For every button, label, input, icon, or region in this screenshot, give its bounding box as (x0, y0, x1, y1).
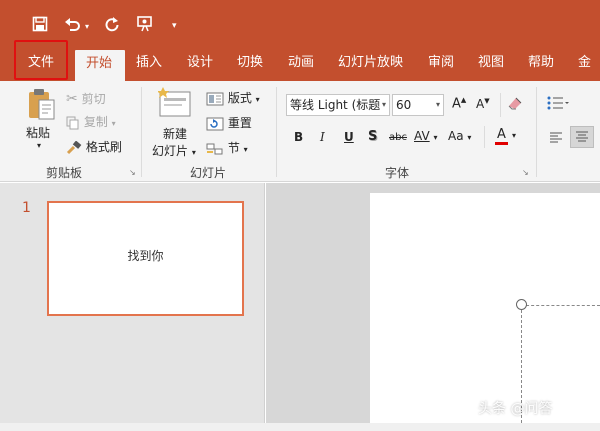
tab-design[interactable]: 设计 (187, 46, 213, 81)
font-color-button[interactable]: A ▾ (495, 127, 517, 145)
tab-partial[interactable]: 金 (578, 46, 591, 81)
clipboard-group-label: 剪贴板 (46, 166, 83, 180)
slide-number: 1 (22, 200, 31, 216)
font-launcher-icon[interactable]: ↘ (522, 168, 529, 177)
copy-label: 复制 (83, 115, 108, 129)
copy-icon (66, 115, 84, 129)
reset-label: 重置 (227, 116, 252, 130)
ribbon-tabs: 文件 开始 插入 设计 切换 动画 幻灯片放映 审阅 视图 帮助 金 (0, 46, 600, 81)
font-size-combobox[interactable]: 60 ▾ (392, 94, 444, 116)
character-spacing-button[interactable]: AV ▾ (414, 129, 438, 143)
paintbrush-icon (66, 140, 86, 154)
align-left-icon[interactable] (550, 130, 564, 144)
align-center-button[interactable] (570, 126, 594, 148)
section-button[interactable]: 节 ▾ (206, 139, 248, 156)
shrink-font-button[interactable]: A▼ (476, 97, 490, 111)
grow-font-button[interactable]: A▲ (452, 96, 466, 111)
italic-button[interactable]: I (320, 130, 325, 144)
cut-button[interactable]: ✂ 剪切 (66, 90, 106, 107)
copy-dropdown-icon: ▾ (111, 119, 116, 128)
tab-help[interactable]: 帮助 (528, 46, 554, 81)
clear-formatting-icon[interactable] (506, 95, 524, 111)
character-spacing-label: AV (414, 129, 430, 143)
new-slide-dropdown-icon: ▾ (191, 148, 196, 157)
slide-thumbnail-text: 找到你 (127, 249, 164, 263)
new-slide-icon[interactable] (158, 86, 194, 120)
undo-dropdown-icon[interactable]: ▾ (85, 18, 89, 36)
underline-button[interactable]: U (344, 130, 354, 144)
font-name-combobox[interactable]: 等线 Light (标题 ▾ (286, 94, 390, 116)
paste-dropdown-icon[interactable]: ▾ (37, 141, 41, 150)
bold-button[interactable]: B (294, 130, 303, 144)
tab-animations[interactable]: 动画 (288, 46, 314, 81)
group-divider (141, 87, 142, 177)
tab-insert[interactable]: 插入 (136, 46, 162, 81)
font-color-label: A (495, 127, 508, 145)
layout-dropdown-icon: ▾ (255, 95, 260, 104)
grow-font-label: A (452, 96, 461, 112)
customize-toolbar-icon[interactable]: ▾ (172, 17, 177, 35)
strikethrough-button[interactable]: abc (389, 132, 407, 143)
tab-transitions[interactable]: 切换 (237, 46, 263, 81)
save-icon[interactable] (32, 14, 48, 32)
new-slide-label-line1[interactable]: 新建 (163, 125, 187, 142)
scissors-icon: ✂ (66, 91, 78, 107)
format-painter-label: 格式刷 (85, 140, 122, 154)
clipboard-launcher-icon[interactable]: ↘ (129, 168, 136, 177)
format-painter-button[interactable]: 格式刷 (66, 138, 122, 155)
layout-icon (206, 91, 228, 105)
tab-home[interactable]: 开始 (75, 50, 125, 81)
cut-label: 剪切 (81, 92, 106, 106)
font-color-dropdown-icon: ▾ (512, 131, 517, 140)
text-shadow-button[interactable]: S (368, 129, 377, 144)
paste-icon[interactable] (26, 87, 56, 121)
layout-label: 版式 (227, 91, 252, 105)
change-case-dropdown-icon: ▾ (467, 133, 472, 142)
font-size-value: 60 (396, 98, 412, 112)
section-icon (206, 141, 228, 155)
file-tab-highlight (14, 40, 68, 80)
group-divider (276, 87, 277, 177)
watermark: 头条 @问答 (478, 401, 553, 417)
title-bar: ▾ ▾ (0, 0, 600, 46)
shrink-font-label: A (476, 97, 485, 111)
change-case-button[interactable]: Aa ▾ (448, 129, 471, 143)
font-size-dropdown-icon[interactable]: ▾ (436, 95, 440, 115)
divider (484, 126, 485, 148)
slides-group-label: 幻灯片 (190, 166, 227, 180)
section-dropdown-icon: ▾ (243, 145, 248, 154)
reset-icon (206, 116, 228, 130)
repeat-icon[interactable] (104, 14, 120, 32)
font-group-label: 字体 (385, 166, 410, 180)
bullets-icon[interactable] (547, 95, 569, 110)
align-center-icon (571, 128, 589, 142)
undo-icon[interactable] (64, 14, 82, 32)
paste-button[interactable]: 粘贴 (26, 124, 50, 141)
new-slide-label-line2: 幻灯片 (152, 144, 189, 158)
status-bar (0, 423, 600, 431)
font-name-dropdown-icon[interactable]: ▾ (382, 95, 386, 115)
character-spacing-dropdown-icon: ▾ (433, 133, 438, 142)
tab-view[interactable]: 视图 (478, 46, 504, 81)
reset-button[interactable]: 重置 (206, 114, 252, 131)
divider (500, 93, 501, 117)
present-from-start-icon[interactable] (136, 14, 154, 33)
layout-button[interactable]: 版式 ▾ (206, 89, 260, 106)
change-case-label: Aa (448, 129, 464, 143)
group-divider (536, 87, 537, 177)
font-name-value: 等线 Light (标题 (290, 98, 381, 112)
new-slide-button[interactable]: 幻灯片 ▾ (152, 142, 196, 159)
resize-handle[interactable] (516, 299, 527, 310)
tab-slideshow[interactable]: 幻灯片放映 (338, 46, 403, 81)
slide-thumbnail[interactable]: 找到你 (47, 201, 244, 316)
copy-button[interactable]: 复制 ▾ (66, 113, 116, 130)
tab-review[interactable]: 审阅 (428, 46, 454, 81)
section-label: 节 (227, 141, 240, 155)
